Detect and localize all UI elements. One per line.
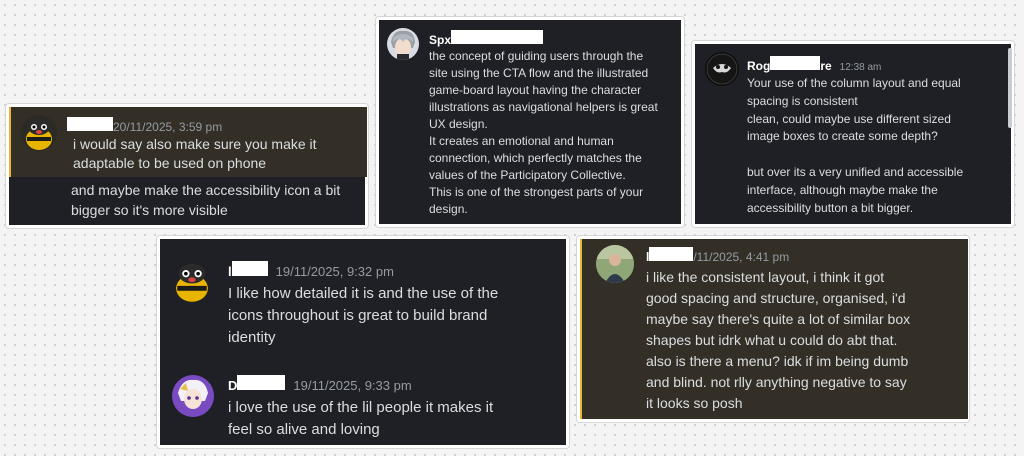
redacted-name (451, 30, 544, 44)
text-line: site using the CTA flow and the illustra… (429, 66, 649, 80)
text-line: This is one of the strongest parts of yo… (429, 185, 644, 199)
author-name-start[interactable]: Rog (747, 59, 770, 73)
timestamp: 19/11/2025, 9:33 pm (293, 378, 412, 393)
timestamp: 20/11/2025, 3:59 pm (113, 120, 223, 134)
text-line: feel so alive and loving (228, 421, 380, 438)
redacted-name (67, 117, 113, 131)
text-line: Your use of the column layout and equal (747, 76, 961, 90)
message-header: 20/11/2025, 3:59 pm (67, 117, 222, 134)
message-card-3: Rog re 12:38 am Your use of the column l… (692, 41, 1014, 227)
author-name-end[interactable]: re (820, 59, 831, 73)
timestamp: 12:38 am (839, 62, 882, 73)
timestamp: 19/11/2025, 9:32 pm (275, 264, 394, 279)
text-line: i would say also make sure you make it (73, 136, 317, 152)
dark-mask-avatar[interactable] (705, 52, 739, 86)
text-line: accessibility button a bit bigger. (747, 200, 914, 215)
text-line: connection, which perfectly matches the (429, 151, 642, 165)
redacted-name (237, 375, 286, 390)
message-text: the concept of guiding users through the… (429, 48, 658, 218)
redacted-name (649, 247, 694, 261)
text-line: and blind. not rlly anything negative to… (646, 374, 907, 390)
text-line: clean, could maybe use different sized (747, 111, 951, 126)
text-line: the concept of guiding users through the (429, 49, 644, 63)
text-line: illustrations as navigational helpers is… (429, 100, 658, 114)
text-line (747, 146, 963, 164)
message-text: i love the use of the lil people it make… (228, 397, 493, 441)
text-line: game-board layout having the character (429, 83, 642, 97)
text-line: UX design. (429, 117, 488, 131)
bee-mascot-avatar[interactable] (21, 115, 57, 151)
text-line: bigger so it's more visible (71, 202, 228, 218)
message-text: I like how detailed it is and the use of… (228, 283, 498, 349)
purple-anime-avatar[interactable] (172, 375, 214, 417)
message-card-2: Spx the concept of guiding users through… (376, 17, 684, 227)
person-photo-avatar[interactable] (596, 245, 634, 283)
text-line: maybe say there's quite a lot of similar… (646, 311, 911, 327)
message-header: Spx (429, 30, 544, 47)
message-header: D 19/11/2025, 9:33 pm (228, 375, 412, 393)
text-line: interface, although maybe make the (747, 182, 938, 197)
redacted-name (770, 56, 821, 70)
bee-mascot-avatar[interactable] (170, 259, 214, 303)
text-line: It creates an emotional and human (429, 134, 614, 148)
message-text: i like the consistent layout, i think it… (646, 267, 910, 414)
timestamp: /11/2025, 4:41 pm (693, 250, 790, 264)
author-name[interactable]: Spx (429, 33, 451, 47)
scrollbar-thumb[interactable] (1008, 48, 1012, 128)
grey-hair-anime-avatar[interactable] (387, 28, 419, 60)
message-header: Rog re 12:38 am (747, 56, 881, 73)
message-card-1: 20/11/2025, 3:59 pm i would say also mak… (6, 104, 368, 228)
message-card-4: l 19/11/2025, 9:32 pm I like how detaile… (157, 236, 569, 448)
text-line: i love the use of the lil people it make… (228, 399, 494, 416)
message-text: and maybe make the accessibility icon a … (71, 180, 340, 220)
message-card-5: l /11/2025, 4:41 pm i like the consisten… (577, 236, 969, 422)
text-line: spacing is consistent (747, 93, 858, 108)
message-text: Your use of the column layout and equal … (747, 75, 963, 217)
text-line: it looks so posh (646, 395, 743, 411)
text-line: values of the Participatory Collective. (429, 168, 626, 182)
text-line: image boxes to create some depth? (747, 129, 938, 144)
text-line: and maybe make the accessibility icon a … (71, 182, 341, 198)
text-line: icons throughout is great to build brand (228, 307, 488, 324)
message-header: l 19/11/2025, 9:32 pm (228, 261, 394, 279)
redacted-name (231, 261, 268, 276)
highlighted-message: l /11/2025, 4:41 pm i like the consisten… (580, 239, 968, 419)
text-line: design. (429, 202, 468, 216)
text-line: shapes but idrk what u could do abt that… (646, 332, 898, 348)
text-line: adaptable to be used on phone (73, 155, 267, 171)
text-line: I like how detailed it is and the use of… (228, 285, 499, 302)
author-name[interactable]: D (228, 378, 237, 393)
highlighted-message: 20/11/2025, 3:59 pm i would say also mak… (9, 107, 367, 177)
message-text: i would say also make sure you make it a… (73, 135, 317, 173)
text-line: good spacing and structure, organised, i… (646, 290, 906, 306)
text-line: i like the consistent layout, i think it… (646, 269, 885, 285)
text-line: also is there a menu? idk if im being du… (646, 353, 909, 369)
text-line: identity (228, 329, 276, 346)
text-line: but over its a very unified and accessib… (747, 164, 964, 179)
message-header: l /11/2025, 4:41 pm (646, 247, 789, 264)
